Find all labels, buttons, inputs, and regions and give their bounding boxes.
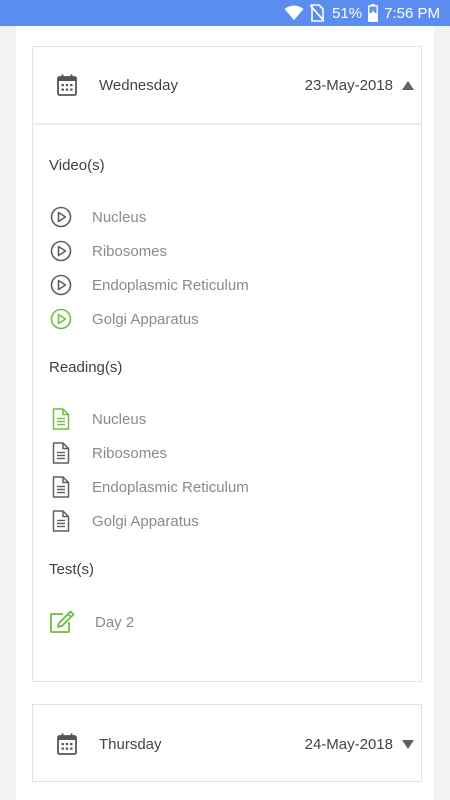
video-item[interactable]: Nucleus	[49, 205, 146, 229]
document-icon	[49, 442, 73, 464]
video-item[interactable]: Golgi Apparatus	[49, 307, 199, 331]
status-bar: 51% 7:56 PM	[0, 0, 450, 26]
section-title-videos: Video(s)	[49, 157, 105, 174]
day-card-wednesday: Wednesday 23-May-2018 Video(s) Nucleus R…	[32, 46, 422, 682]
reading-item[interactable]: Nucleus	[49, 407, 146, 431]
play-circle-icon	[49, 308, 73, 330]
reading-label: Endoplasmic Reticulum	[92, 478, 249, 496]
clock-time: 7:56 PM	[384, 4, 440, 22]
calendar-icon	[57, 733, 77, 755]
document-icon	[49, 476, 73, 498]
play-circle-icon	[49, 240, 73, 262]
reading-label: Golgi Apparatus	[92, 512, 199, 530]
reading-label: Nucleus	[92, 410, 147, 428]
section-title-readings: Reading(s)	[49, 359, 123, 376]
video-label: Ribosomes	[92, 242, 168, 260]
test-label: Day 2	[95, 613, 135, 631]
reading-item[interactable]: Endoplasmic Reticulum	[49, 475, 249, 499]
battery-percent: 51%	[332, 4, 363, 22]
video-label: Nucleus	[92, 208, 147, 226]
day-card-thursday: Thursday 24-May-2018	[32, 704, 422, 782]
reading-label: Ribosomes	[92, 444, 168, 462]
wifi-icon	[284, 5, 304, 21]
day-date: 24-May-2018	[304, 735, 393, 753]
section-title-tests: Test(s)	[49, 561, 94, 578]
edit-icon	[49, 610, 75, 634]
test-item[interactable]: Day 2	[49, 610, 134, 634]
expand-arrow-icon[interactable]	[402, 739, 414, 749]
video-item[interactable]: Endoplasmic Reticulum	[49, 273, 249, 297]
document-icon	[49, 408, 73, 430]
schedule-list: Wednesday 23-May-2018 Video(s) Nucleus R…	[16, 26, 434, 800]
battery-charging-icon	[368, 4, 379, 22]
calendar-icon	[57, 74, 77, 96]
day-card-header[interactable]: Wednesday 23-May-2018	[33, 47, 421, 125]
video-label: Endoplasmic Reticulum	[92, 276, 249, 294]
play-circle-icon	[49, 206, 73, 228]
day-card-header[interactable]: Thursday 24-May-2018	[33, 705, 421, 783]
day-name: Wednesday	[99, 76, 178, 94]
day-date: 23-May-2018	[304, 76, 393, 94]
video-label: Golgi Apparatus	[92, 310, 199, 328]
day-name: Thursday	[99, 735, 162, 753]
reading-item[interactable]: Ribosomes	[49, 441, 167, 465]
document-icon	[49, 510, 73, 532]
collapse-arrow-icon[interactable]	[402, 80, 414, 90]
no-sim-icon	[310, 4, 325, 22]
video-item[interactable]: Ribosomes	[49, 239, 167, 263]
reading-item[interactable]: Golgi Apparatus	[49, 509, 199, 533]
play-circle-icon	[49, 274, 73, 296]
